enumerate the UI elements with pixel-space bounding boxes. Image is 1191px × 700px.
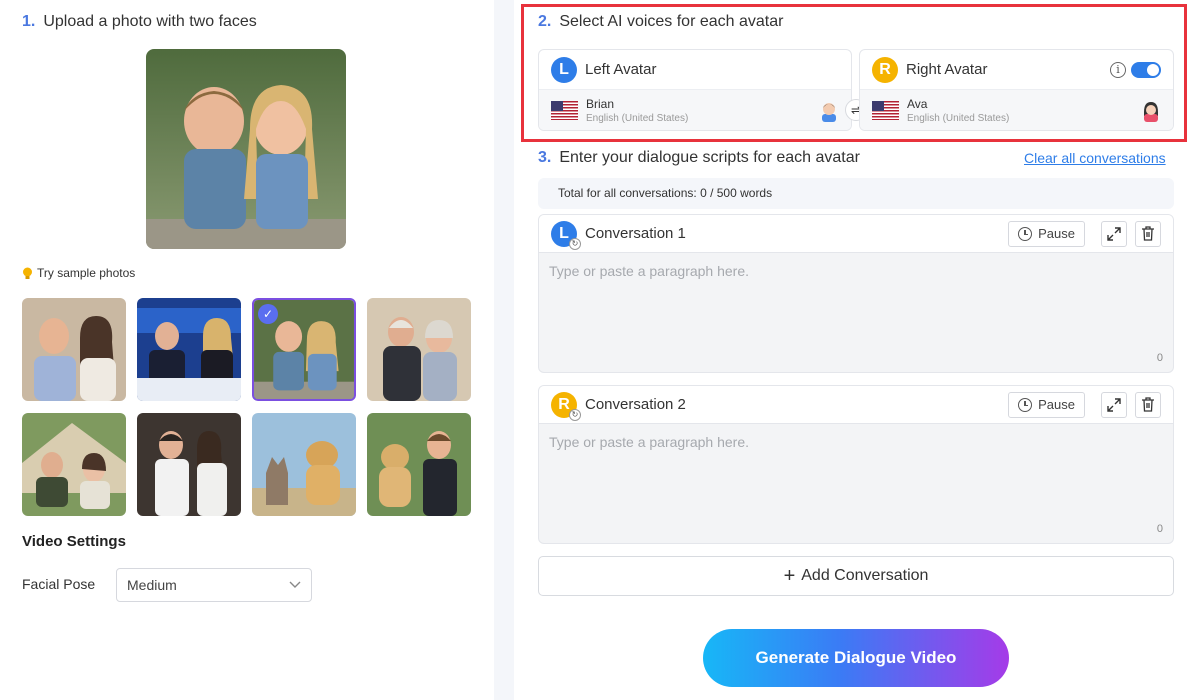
left-panel: 1. Upload a photo with two faces Try samp… <box>0 0 494 700</box>
video-settings-title: Video Settings <box>22 533 126 550</box>
pause-button[interactable]: Pause <box>1008 220 1085 247</box>
conversation-1-speaker-badge[interactable]: L ↻ <box>551 220 581 250</box>
step-3-title: 3. Enter your dialogue scripts for each a… <box>538 149 860 166</box>
conversation-2-title: Conversation 2 <box>585 396 686 413</box>
generate-dialogue-video-button[interactable]: Generate Dialogue Video <box>703 629 1009 687</box>
sample-photo-7-image <box>252 413 356 516</box>
add-conversation-button[interactable]: + Add Conversation <box>538 556 1174 596</box>
facial-pose-value: Medium <box>127 577 177 593</box>
delete-button[interactable] <box>1135 220 1161 247</box>
trash-icon <box>1142 397 1154 412</box>
sample-photo-2[interactable] <box>137 298 241 401</box>
conversation-1-title: Conversation 1 <box>585 225 686 242</box>
sample-photo-6[interactable] <box>137 413 241 516</box>
sample-photo-5-image <box>22 413 126 516</box>
sample-photo-7[interactable] <box>252 413 356 516</box>
conversation-2-word-count: 0 <box>1156 523 1163 535</box>
expand-icon <box>1107 397 1121 412</box>
clock-icon <box>1018 226 1033 241</box>
highlight-box <box>521 4 1187 142</box>
conversation-2: R ↻ Conversation 2 Pause 0 <box>538 385 1174 544</box>
delete-button[interactable] <box>1135 391 1161 418</box>
sample-photo-6-image <box>137 413 241 516</box>
switch-speaker-icon: ↻ <box>569 408 581 421</box>
conversation-2-textarea[interactable] <box>539 424 1173 542</box>
conversation-2-speaker-badge[interactable]: R ↻ <box>551 391 581 421</box>
clock-icon <box>1018 397 1033 412</box>
facial-pose-select[interactable]: Medium <box>116 568 312 602</box>
bulb-icon <box>23 267 32 279</box>
conversation-1: L ↻ Conversation 1 Pause 0 <box>538 214 1174 373</box>
sample-photo-1-image <box>22 298 126 401</box>
sample-photo-1[interactable] <box>22 298 126 401</box>
sample-photos-label: Try sample photos <box>22 266 135 280</box>
panel-divider <box>494 0 514 700</box>
expand-button[interactable] <box>1101 391 1127 418</box>
sample-photo-2-image <box>137 298 241 401</box>
chevron-down-icon <box>289 581 301 588</box>
conversation-1-header: L ↻ Conversation 1 Pause <box>539 215 1173 253</box>
sample-photo-8[interactable] <box>367 413 471 516</box>
expand-button[interactable] <box>1101 220 1127 247</box>
conversation-1-textarea[interactable] <box>539 253 1173 371</box>
selected-check-icon: ✓ <box>258 304 278 324</box>
uploaded-photo-image <box>146 49 346 249</box>
sample-photo-5[interactable] <box>22 413 126 516</box>
sample-photo-3-selected[interactable]: ✓ <box>252 298 356 401</box>
switch-speaker-icon: ↻ <box>569 237 581 250</box>
clear-all-conversations-link[interactable]: Clear all conversations <box>1024 150 1166 166</box>
pause-button[interactable]: Pause <box>1008 391 1085 418</box>
step-1-title: 1. Upload a photo with two faces <box>22 13 257 30</box>
trash-icon <box>1142 226 1154 241</box>
sample-photo-4-image <box>367 298 471 401</box>
sample-photo-4[interactable] <box>367 298 471 401</box>
conversation-1-word-count: 0 <box>1156 352 1163 364</box>
uploaded-photo[interactable] <box>146 49 346 249</box>
plus-icon: + <box>783 564 796 587</box>
expand-icon <box>1107 226 1121 241</box>
facial-pose-label: Facial Pose <box>22 576 96 592</box>
word-total: Total for all conversations: 0 / 500 wor… <box>538 178 1174 209</box>
sample-photo-8-image <box>367 413 471 516</box>
conversation-2-header: R ↻ Conversation 2 Pause <box>539 386 1173 424</box>
